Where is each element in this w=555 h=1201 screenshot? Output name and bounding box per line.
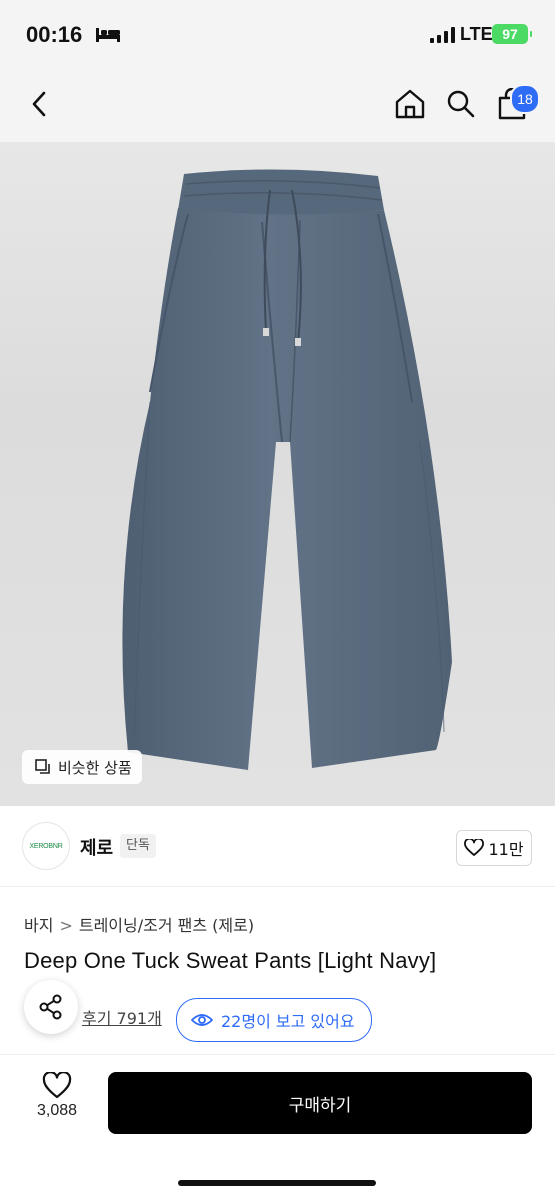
seller-logo-text: XEROBNR xyxy=(29,842,63,850)
home-indicator xyxy=(178,1180,376,1186)
seller-logo[interactable]: XEROBNR xyxy=(22,822,70,870)
status-time: 00:16 xyxy=(26,22,83,47)
favorite-button[interactable]: 3,088 xyxy=(28,1072,86,1120)
similar-products-button[interactable]: 비슷한 상품 xyxy=(22,750,142,784)
bed-icon xyxy=(96,28,120,42)
heart-icon xyxy=(464,839,485,856)
network-label: LTE xyxy=(460,24,493,44)
breadcrumb-separator-icon: > xyxy=(59,916,73,935)
share-button[interactable] xyxy=(24,980,78,1034)
search-icon xyxy=(447,90,475,118)
back-button[interactable] xyxy=(20,84,60,124)
search-button[interactable] xyxy=(441,84,481,124)
product-title: Deep One Tuck Sweat Pants [Light Navy] xyxy=(24,948,437,973)
eye-icon xyxy=(191,1014,213,1026)
pants-illustration xyxy=(122,169,453,770)
product-image[interactable] xyxy=(0,142,555,806)
copy-icon xyxy=(35,759,50,774)
battery-indicator: 97 xyxy=(492,24,532,44)
top-nav-bar xyxy=(0,66,555,142)
cart-count-badge: 18 xyxy=(510,84,540,114)
similar-products-label: 비슷한 상품 xyxy=(58,758,132,777)
signal-icon xyxy=(430,27,455,43)
heart-icon xyxy=(42,1072,72,1099)
breadcrumb-item-category[interactable]: 바지 xyxy=(24,916,53,935)
brand-like-count: 11만 xyxy=(488,840,524,859)
chevron-left-icon xyxy=(32,91,46,117)
reviews-link[interactable]: 후기 791개 xyxy=(82,1005,162,1029)
home-button[interactable] xyxy=(390,84,430,124)
viewers-text: 22명이 보고 있어요 xyxy=(221,1012,355,1031)
favorite-count: 3,088 xyxy=(36,1102,78,1119)
share-icon xyxy=(39,994,62,1020)
buy-button[interactable]: 구매하기 xyxy=(108,1072,532,1134)
brand-like-button[interactable]: 11만 xyxy=(456,830,532,866)
status-bar: 00:16 LTE 97 xyxy=(0,0,555,66)
breadcrumb-item-subcategory[interactable]: 트레이닝/조거 팬츠 (제로) xyxy=(79,916,254,935)
breadcrumb: 바지 > 트레이닝/조거 팬츠 (제로) xyxy=(24,912,254,936)
viewers-indicator: 22명이 보고 있어요 xyxy=(176,998,372,1042)
seller-name[interactable]: 제로 xyxy=(80,834,113,860)
home-icon xyxy=(395,89,425,119)
exclusive-badge: 단독 xyxy=(120,834,156,858)
seller-row: XEROBNR 제로 단독 11만 xyxy=(0,806,555,887)
